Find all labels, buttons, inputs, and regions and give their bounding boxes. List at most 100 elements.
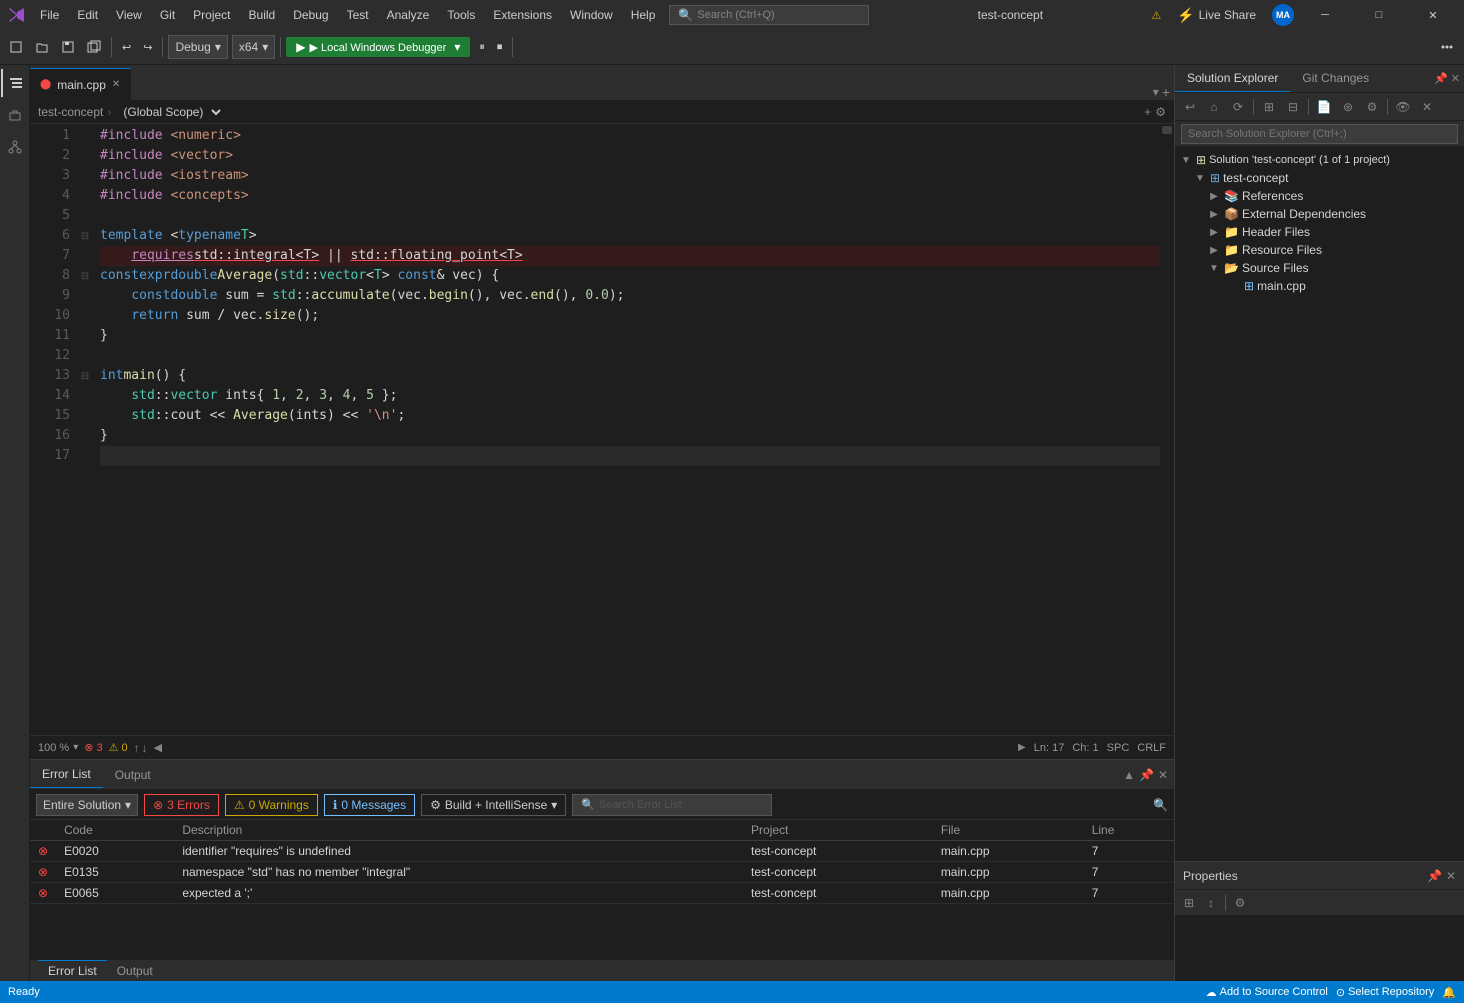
- activity-git[interactable]: [1, 133, 29, 161]
- menu-analyze[interactable]: Analyze: [379, 4, 438, 26]
- tree-solution[interactable]: ▼ ⊞ Solution 'test-concept' (1 of 1 proj…: [1175, 151, 1464, 169]
- menu-view[interactable]: View: [108, 4, 150, 26]
- menu-build[interactable]: Build: [241, 4, 284, 26]
- panel-pin-icon[interactable]: 📌: [1434, 72, 1448, 85]
- warnings-filter-button[interactable]: ⚠ 0 Warnings: [225, 794, 318, 816]
- window-maximize-button[interactable]: □: [1356, 0, 1402, 30]
- tab-output[interactable]: Output: [103, 762, 163, 788]
- scope-selector[interactable]: (Global Scope): [115, 103, 224, 121]
- window-close-button[interactable]: ✕: [1410, 0, 1456, 30]
- menu-tools[interactable]: Tools: [439, 4, 483, 26]
- col-file[interactable]: File: [933, 820, 1084, 841]
- editor-tab-main-cpp[interactable]: ⬤ main.cpp ✕: [30, 68, 131, 100]
- tab-output-bottom[interactable]: Output: [107, 961, 163, 981]
- fold-main[interactable]: ⊟: [78, 366, 92, 386]
- tab-git-changes[interactable]: Git Changes: [1290, 65, 1381, 92]
- menu-git[interactable]: Git: [152, 4, 183, 26]
- tab-error-list[interactable]: Error List: [30, 761, 103, 788]
- run-debugger-button[interactable]: ▶ ▶ Local Windows Debugger ▾: [286, 37, 470, 57]
- panel-pin-icon[interactable]: 📌: [1139, 768, 1154, 782]
- activity-solution-explorer[interactable]: [1, 69, 29, 97]
- menu-help[interactable]: Help: [623, 4, 664, 26]
- se-sync-button[interactable]: ⟳: [1227, 96, 1249, 118]
- prop-categories-button[interactable]: ⊞: [1179, 893, 1199, 913]
- tree-header-files[interactable]: ▶ 📁 Header Files: [1175, 223, 1464, 241]
- se-back-button[interactable]: ↩: [1179, 96, 1201, 118]
- se-expand-all[interactable]: ⊞: [1258, 96, 1280, 118]
- save-all-button[interactable]: [82, 37, 106, 57]
- prop-close-icon[interactable]: ✕: [1446, 869, 1456, 883]
- fold-average[interactable]: ⊟: [78, 266, 92, 286]
- editor-settings-icon[interactable]: ⚙: [1155, 105, 1166, 119]
- error-row-2[interactable]: ⊗ E0135 namespace "std" has no member "i…: [30, 862, 1174, 883]
- status-add-to-source[interactable]: ☁ Add to Source Control: [1206, 986, 1328, 999]
- col-description[interactable]: Description: [174, 820, 743, 841]
- menu-window[interactable]: Window: [562, 4, 621, 26]
- user-avatar[interactable]: MA: [1272, 4, 1294, 26]
- warning-count-status[interactable]: ⚠ 0: [109, 741, 128, 754]
- tree-main-cpp[interactable]: ⊞ main.cpp: [1175, 277, 1464, 295]
- tree-project[interactable]: ▼ ⊞ test-concept: [1175, 169, 1464, 187]
- tree-references[interactable]: ▶ 📚 References: [1175, 187, 1464, 205]
- col-project[interactable]: Project: [743, 820, 933, 841]
- se-close[interactable]: ✕: [1416, 96, 1438, 118]
- error-row-3[interactable]: ⊗ E0065 expected a ';' test-concept main…: [30, 883, 1174, 904]
- se-settings[interactable]: ⚙: [1361, 96, 1383, 118]
- col-code[interactable]: Code: [56, 820, 174, 841]
- menu-debug[interactable]: Debug: [285, 4, 336, 26]
- menu-edit[interactable]: Edit: [69, 4, 106, 26]
- horizontal-scroll-left[interactable]: ◀: [154, 741, 162, 754]
- tab-error-list-bottom[interactable]: Error List: [38, 960, 107, 981]
- toolbar-more[interactable]: [1434, 36, 1460, 58]
- tree-external-deps[interactable]: ▶ 📦 External Dependencies: [1175, 205, 1464, 223]
- platform-dropdown[interactable]: x64 ▾: [232, 35, 275, 59]
- panel-close-icon[interactable]: ✕: [1158, 768, 1168, 782]
- status-select-repo[interactable]: ⊙ Select Repository: [1336, 986, 1434, 999]
- menu-test[interactable]: Test: [339, 4, 377, 26]
- undo-button[interactable]: ↩: [117, 38, 136, 57]
- tree-resource-files[interactable]: ▶ 📁 Resource Files: [1175, 241, 1464, 259]
- stop-button[interactable]: ⏹: [492, 38, 508, 57]
- tree-source-files[interactable]: ▼ 📂 Source Files: [1175, 259, 1464, 277]
- prop-settings-button[interactable]: ⚙: [1230, 893, 1250, 913]
- menu-file[interactable]: File: [32, 4, 67, 26]
- se-preview[interactable]: 👁: [1392, 96, 1414, 118]
- intellisense-filter-button[interactable]: ⚙ Build + IntelliSense ▾: [421, 794, 566, 816]
- pause-button[interactable]: ⏸: [474, 38, 490, 57]
- redo-button[interactable]: ↪: [138, 38, 157, 57]
- new-tab-button[interactable]: +: [1162, 84, 1170, 100]
- tab-list-button[interactable]: ▾: [1153, 85, 1159, 99]
- error-count-status[interactable]: ⊗ 3: [84, 741, 102, 754]
- se-home-button[interactable]: ⌂: [1203, 96, 1225, 118]
- save-button[interactable]: [56, 37, 80, 57]
- new-project-button[interactable]: [4, 37, 28, 57]
- activity-toolbox[interactable]: [1, 101, 29, 129]
- vertical-scrollbar[interactable]: [1160, 124, 1174, 735]
- prop-sort-button[interactable]: ↕: [1201, 893, 1221, 913]
- tab-solution-explorer[interactable]: Solution Explorer: [1175, 65, 1290, 92]
- search-box[interactable]: 🔍 Search (Ctrl+Q): [669, 5, 869, 25]
- fold-template[interactable]: ⊟: [78, 226, 92, 246]
- se-show-files[interactable]: 📄: [1313, 96, 1335, 118]
- panel-close-icon[interactable]: ✕: [1451, 72, 1460, 85]
- editor-header-plus[interactable]: +: [1144, 105, 1151, 119]
- code-editor[interactable]: 1 2 3 4 5 6 7 8 9 10 11 12 13 14 15 16 1…: [30, 124, 1174, 735]
- status-notifications[interactable]: 🔔: [1442, 986, 1456, 999]
- se-search-input[interactable]: [1181, 124, 1458, 144]
- scrollbar-thumb[interactable]: [1162, 126, 1172, 134]
- error-row-1[interactable]: ⊗ E0020 identifier "requires" is undefin…: [30, 841, 1174, 862]
- open-button[interactable]: [30, 37, 54, 57]
- se-filter[interactable]: ⊛: [1337, 96, 1359, 118]
- messages-filter-button[interactable]: ℹ 0 Messages: [324, 794, 415, 816]
- live-share-button[interactable]: ⚡ Live Share: [1169, 5, 1264, 26]
- panel-expand-icon[interactable]: ▲: [1123, 768, 1135, 782]
- nav-up-arrow[interactable]: ↑: [134, 741, 140, 755]
- error-filter-dropdown[interactable]: Entire Solution ▾: [36, 794, 138, 816]
- se-collapse-all[interactable]: ⊟: [1282, 96, 1304, 118]
- code-content[interactable]: #include <numeric> #include <vector> #in…: [92, 124, 1160, 735]
- error-search-box[interactable]: 🔍 Search Error List: [572, 794, 772, 816]
- menu-extensions[interactable]: Extensions: [485, 4, 560, 26]
- menu-project[interactable]: Project: [185, 4, 238, 26]
- errors-filter-button[interactable]: ⊗ 3 Errors: [144, 794, 219, 816]
- nav-down-arrow[interactable]: ↓: [142, 741, 148, 755]
